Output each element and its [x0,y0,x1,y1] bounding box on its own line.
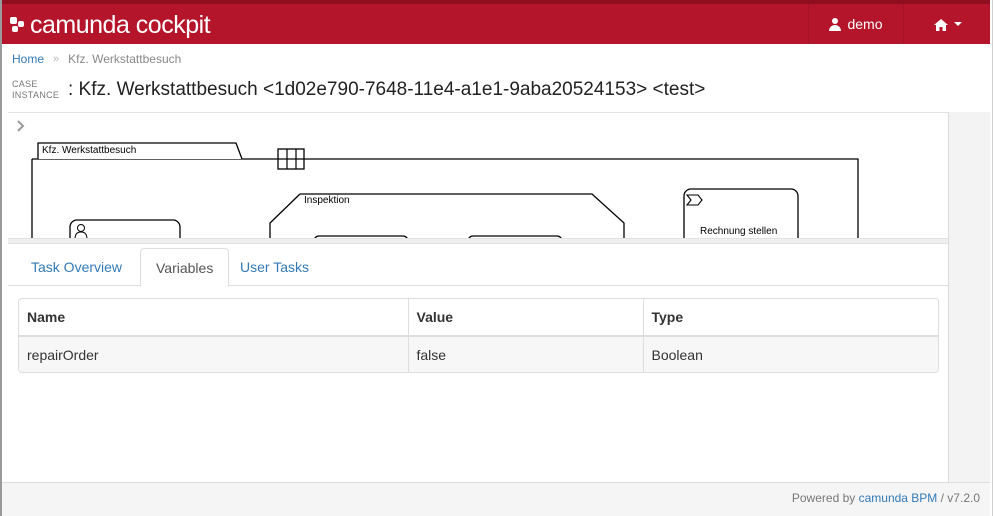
table-row[interactable]: repairOrder false Boolean [19,336,938,372]
cell-name: repairOrder [19,336,409,372]
tab-task-overview[interactable]: Task Overview [16,248,137,286]
diagram-canvas [31,142,859,240]
tab-variables[interactable]: Variables [140,248,230,287]
page-kind-line2: INSTANCE [12,90,60,100]
column-header-type[interactable]: Type [643,299,938,337]
page-kind: CASE INSTANCE [12,79,68,101]
powered-by-text: Powered by [791,491,856,505]
version-text: / v7.2.0 [940,491,980,505]
user-menu[interactable]: demo [808,4,904,44]
powered-by: Powered by camunda BPM / v7.2.0 [792,491,980,505]
content-area [8,373,948,482]
cell-type: Boolean [643,336,938,372]
camunda-logo-icon [10,17,26,33]
footer: Powered by camunda BPM / v7.2.0 [2,482,990,516]
cell-value[interactable]: false [408,336,644,372]
column-header-name[interactable]: Name [19,299,409,337]
stage-label: Inspektion [304,195,350,206]
brand[interactable]: camunda cockpit [10,10,211,40]
chevron-down-icon [954,22,962,26]
breadcrumb-separator: » [53,53,60,65]
column-header-value[interactable]: Value [408,299,644,337]
breadcrumb-home[interactable]: Home [12,52,44,66]
breadcrumb: Home » Kfz. Werkstattbesuch [12,52,181,66]
cmmn-diagram[interactable]: Kfz. Werkstattbesuch Inspektion Rechnung… [8,112,948,240]
case-plan-label: Kfz. Werkstattbesuch [42,145,137,156]
home-icon [934,18,948,31]
tab-bar: Task Overview Variables User Tasks [8,248,948,287]
task-label: Rechnung stellen [700,226,778,237]
top-navbar: camunda cockpit demo [2,0,990,44]
brand-title: camunda cockpit [30,11,211,39]
page-title: : Kfz. Werkstattbesuch <1d02e790-7648-11… [68,79,706,100]
user-name: demo [847,16,883,32]
page-kind-line1: CASE [12,79,38,89]
variables-table: Name Value Type repairOrder false Boolea… [18,298,939,373]
right-gutter [948,112,990,482]
table-header-row: Name Value Type [19,299,938,337]
tab-user-tasks[interactable]: User Tasks [225,248,324,286]
panel-splitter[interactable] [8,238,948,244]
breadcrumb-current: Kfz. Werkstattbesuch [68,52,182,66]
user-icon [829,17,842,31]
camunda-bpm-link[interactable]: camunda BPM [859,491,938,505]
home-menu[interactable] [906,4,990,44]
page-header: CASE INSTANCE : Kfz. Werkstattbesuch <1d… [12,78,705,102]
